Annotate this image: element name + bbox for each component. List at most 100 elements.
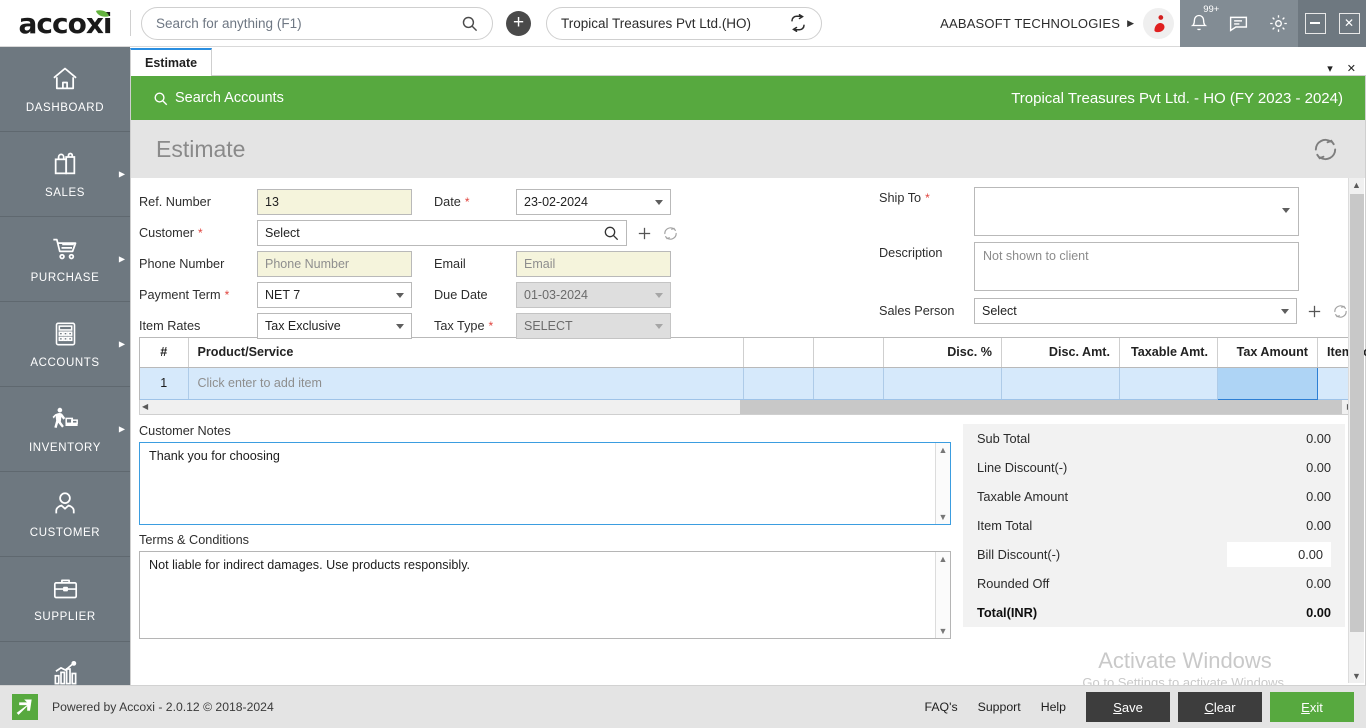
- sidebar-item-purchase[interactable]: PURCHASE ▶: [0, 217, 130, 302]
- value: 0.00: [1306, 604, 1331, 620]
- bill-discount-input[interactable]: 0.00: [1227, 541, 1331, 567]
- refresh-customer-icon[interactable]: [662, 225, 679, 242]
- search-accounts-button[interactable]: Search Accounts: [153, 90, 284, 106]
- cell-disc-pct[interactable]: [883, 367, 1002, 400]
- notification-badge: 99+: [1203, 4, 1220, 15]
- description-label: Description: [879, 246, 943, 260]
- due-date-label: Due Date: [434, 288, 488, 302]
- form-row-rates-tax: Item Rates Tax Exclusive Tax Type * SELEC…: [139, 311, 679, 341]
- phone-number-label: Phone Number: [139, 257, 225, 271]
- chat-icon[interactable]: [1228, 13, 1249, 34]
- label: Total(INR): [977, 604, 1038, 620]
- company-selector[interactable]: Tropical Treasures Pvt Ltd.(HO): [546, 6, 822, 40]
- switch-company-icon[interactable]: [789, 14, 807, 32]
- cell-tax-amount[interactable]: [1217, 366, 1318, 400]
- chevron-right-icon[interactable]: ▶: [1127, 18, 1134, 29]
- close-button[interactable]: ✕: [1338, 12, 1360, 34]
- item-rates-select[interactable]: Tax Exclusive: [257, 313, 412, 339]
- payment-term-label: Payment Term *: [139, 288, 230, 302]
- terms-value: Not liable for indirect damages. Use pro…: [149, 557, 471, 572]
- estimate-form: Ref. Number 13 Date * 23-02-2024 Customer…: [131, 178, 1365, 339]
- ref-number-input[interactable]: 13: [257, 189, 412, 215]
- link-faqs[interactable]: FAQ's: [925, 700, 958, 714]
- cell-taxable-amt[interactable]: [1119, 367, 1218, 400]
- link-help[interactable]: Help: [1041, 700, 1066, 714]
- ship-to-select[interactable]: [974, 187, 1299, 236]
- logo-divider: [130, 10, 131, 36]
- add-new-button[interactable]: +: [506, 10, 531, 36]
- scroll-left-icon[interactable]: ◀: [142, 402, 148, 411]
- content-vertical-scrollbar[interactable]: ▲ ▼: [1348, 178, 1364, 683]
- description-textarea[interactable]: Not shown to client: [974, 242, 1299, 291]
- avatar[interactable]: [1143, 7, 1174, 39]
- totals-column: Sub Total 0.00 Line Discount(-) 0.00 Tax…: [963, 423, 1345, 639]
- gear-icon[interactable]: [1268, 13, 1289, 34]
- sales-person-select[interactable]: Select: [974, 298, 1297, 324]
- cell-disc-amt[interactable]: [1001, 367, 1120, 400]
- totals-panel: Sub Total 0.00 Line Discount(-) 0.00 Tax…: [963, 423, 1345, 627]
- chevron-down-icon[interactable]: [396, 292, 404, 298]
- scroll-up-icon[interactable]: ▲: [939, 554, 948, 564]
- minimize-button[interactable]: [1304, 12, 1326, 34]
- scroll-up-icon[interactable]: ▲: [939, 445, 948, 455]
- scroll-down-icon[interactable]: ▼: [939, 512, 948, 522]
- sidebar-item-supplier[interactable]: SUPPLIER: [0, 557, 130, 642]
- search-input[interactable]: [156, 15, 461, 31]
- link-support[interactable]: Support: [978, 700, 1021, 714]
- sidebar-item-sales[interactable]: SALES ▶: [0, 132, 130, 217]
- window-controls: ✕: [1298, 0, 1366, 47]
- terms-textarea[interactable]: Not liable for indirect damages. Use pro…: [139, 550, 951, 639]
- clear-button[interactable]: Clear: [1178, 692, 1262, 722]
- accoxi-mark-icon: [12, 694, 38, 720]
- scroll-thumb[interactable]: [740, 399, 1342, 414]
- table-horizontal-scrollbar[interactable]: ◀ ▶: [139, 399, 1357, 415]
- close-tab-icon[interactable]: ✕: [1347, 62, 1356, 75]
- chevron-down-icon[interactable]: [1281, 308, 1289, 314]
- chevron-down-icon[interactable]: [655, 199, 663, 205]
- cell-spacer-2[interactable]: [813, 367, 884, 400]
- tab-estimate[interactable]: Estimate: [130, 48, 213, 76]
- top-bar: accoxi + Tropical Treasures Pvt Ltd.(HO): [0, 0, 1366, 47]
- add-customer-icon[interactable]: [636, 225, 653, 242]
- sidebar-item-customer[interactable]: CUSTOMER: [0, 472, 130, 557]
- col-index: #: [140, 338, 189, 368]
- scroll-up-icon[interactable]: ▲: [1352, 178, 1361, 192]
- sidebar-item-accounts[interactable]: ACCOUNTS ▶: [0, 302, 130, 387]
- chevron-down-icon[interactable]: [1282, 208, 1290, 213]
- customer-notes-textarea[interactable]: Thank you for choosing ▲ ▼: [139, 441, 951, 525]
- chevron-down-icon: [655, 323, 663, 329]
- refresh-sales-person-icon[interactable]: [1332, 303, 1349, 320]
- sidebar-item-dashboard[interactable]: DASHBOARD: [0, 47, 130, 132]
- bottom-section: Customer Notes Thank you for choosing ▲ …: [131, 423, 1365, 639]
- terms-scrollbar[interactable]: ▲ ▼: [935, 551, 950, 638]
- chevron-down-icon[interactable]: ▾: [1327, 62, 1333, 75]
- cell-spacer-1[interactable]: [743, 367, 814, 400]
- app-logo: accoxi: [0, 0, 130, 47]
- total-row-sub-total: Sub Total 0.00: [963, 424, 1345, 453]
- phone-number-input[interactable]: Phone Number: [257, 251, 412, 277]
- sidebar-item-inventory[interactable]: INVENTORY ▶: [0, 387, 130, 472]
- exit-button[interactable]: Exit: [1270, 692, 1354, 722]
- date-input[interactable]: 23-02-2024: [516, 189, 671, 215]
- add-sales-person-icon[interactable]: [1306, 303, 1323, 320]
- global-search[interactable]: [141, 6, 493, 40]
- company-name: Tropical Treasures Pvt Ltd.(HO): [561, 15, 752, 31]
- table-row[interactable]: 1 Click enter to add item: [140, 366, 1356, 400]
- customer-input[interactable]: Select: [257, 220, 627, 246]
- search-icon[interactable]: [603, 225, 619, 241]
- refresh-icon[interactable]: [1311, 135, 1340, 164]
- save-button[interactable]: Save: [1086, 692, 1170, 722]
- customer-notes-value: Thank you for choosing: [149, 448, 280, 463]
- scroll-thumb[interactable]: [1350, 194, 1364, 632]
- payment-term-select[interactable]: NET 7: [257, 282, 412, 308]
- scroll-down-icon[interactable]: ▼: [939, 626, 948, 636]
- footer-links: FAQ's Support Help: [925, 700, 1066, 714]
- customer-notes-scrollbar[interactable]: ▲ ▼: [935, 442, 950, 524]
- cell-product[interactable]: Click enter to add item: [188, 367, 744, 400]
- bell-icon[interactable]: 99+: [1189, 4, 1219, 33]
- form-row-ref-date: Ref. Number 13 Date * 23-02-2024: [139, 187, 679, 217]
- chevron-down-icon[interactable]: [396, 323, 404, 329]
- email-input[interactable]: Email: [516, 251, 671, 277]
- scroll-down-icon[interactable]: ▼: [1352, 669, 1361, 683]
- organization-block[interactable]: AABASOFT TECHNOLOGIES ▶: [940, 0, 1180, 47]
